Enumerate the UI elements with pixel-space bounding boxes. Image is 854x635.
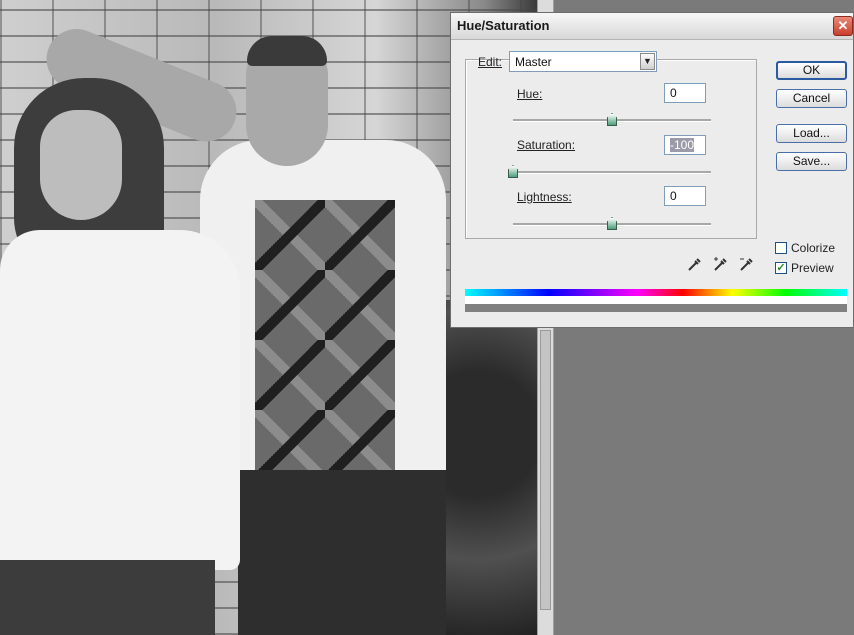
hue-input[interactable]: 0 <box>664 83 706 103</box>
scrollbar-thumb[interactable] <box>540 330 551 610</box>
eyedropper-plus-icon[interactable] <box>713 256 729 272</box>
lightness-input[interactable]: 0 <box>664 186 706 206</box>
dialog-title: Hue/Saturation <box>457 18 550 33</box>
dialog-titlebar[interactable]: Hue/Saturation ✕ <box>451 13 853 40</box>
man-jeans <box>238 470 446 635</box>
saturation-slider-track[interactable] <box>513 171 711 174</box>
lightness-label: Lightness: <box>517 190 572 204</box>
argyle-pattern <box>255 200 395 480</box>
spectrum-divider <box>465 296 847 304</box>
preview-checkbox[interactable]: ✓ <box>775 262 787 274</box>
hue-label: Hue: <box>517 87 543 101</box>
saturation-label: Saturation: <box>517 138 576 152</box>
adjustment-group <box>465 59 757 239</box>
edit-channel-value: Master <box>515 55 552 69</box>
preview-label[interactable]: Preview <box>791 261 834 275</box>
man-hair <box>247 36 327 66</box>
woman-shirt <box>0 230 240 570</box>
cancel-button[interactable]: Cancel <box>776 89 847 108</box>
eyedropper-icon[interactable] <box>687 256 703 272</box>
colorize-label[interactable]: Colorize <box>791 241 835 255</box>
close-icon: ✕ <box>837 18 849 33</box>
saturation-input[interactable]: -100 <box>664 135 706 155</box>
save-button[interactable]: Save... <box>776 152 847 171</box>
input-hue-spectrum <box>465 289 847 296</box>
output-hue-spectrum <box>465 304 847 312</box>
eyedropper-minus-icon[interactable] <box>739 256 755 272</box>
load-button[interactable]: Load... <box>776 124 847 143</box>
edit-channel-select[interactable]: Master ▼ <box>509 51 657 72</box>
ok-button[interactable]: OK <box>776 61 847 80</box>
hue-saturation-dialog: Hue/Saturation ✕ Edit: Master ▼ Hue: 0 S… <box>450 12 854 328</box>
ivy-foliage <box>438 300 537 635</box>
chevron-down-icon[interactable]: ▼ <box>640 53 655 70</box>
edit-label: Edit: <box>478 55 503 69</box>
woman-jeans <box>0 560 215 635</box>
close-button[interactable]: ✕ <box>833 16 853 36</box>
colorize-checkbox[interactable] <box>775 242 787 254</box>
woman-face <box>40 110 122 220</box>
